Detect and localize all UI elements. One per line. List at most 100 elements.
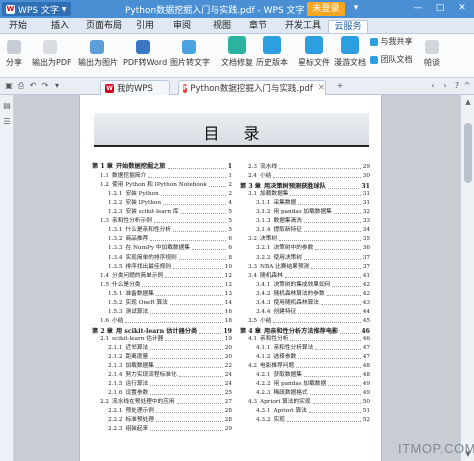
- toc-entry-row[interactable]: 4.1.1 亲和性分析算法 47: [256, 344, 370, 352]
- toc-entry-row[interactable]: 3.4.1 决策树的集成效果如何 42: [256, 281, 370, 289]
- toc-entry-row[interactable]: 1.6 小结 18: [100, 317, 232, 325]
- toc-entry-row[interactable]: 4.1 亲和性分析 46: [248, 335, 370, 343]
- shared-with-me-button[interactable]: 与我共享: [370, 36, 416, 47]
- toc-entry-row[interactable]: 3.1.1 采集数据 31: [256, 199, 370, 207]
- toc-entry-row[interactable]: 4.2.2 用 pandas 加载数据 49: [256, 380, 370, 388]
- nav-back-icon[interactable]: ‹: [428, 81, 438, 91]
- toc-entry-row[interactable]: 4.2.1 获取数据集 48: [256, 371, 370, 379]
- save-icon[interactable]: ▣: [4, 81, 14, 91]
- menu-item-chapter[interactable]: 章节: [246, 20, 270, 33]
- toc-entry-row[interactable]: 3.2.1 决策树中的参数 36: [256, 244, 370, 252]
- menu-item-developer[interactable]: 开发工具: [283, 20, 323, 33]
- minimize-button[interactable]: —: [412, 2, 424, 15]
- toc-entry-row[interactable]: 1.2.1 安装 Python 2: [108, 190, 232, 198]
- toc-entry-row[interactable]: 2.2.1 预处理示例 28: [108, 407, 232, 415]
- team-doc-button[interactable]: 团队文档: [370, 54, 416, 65]
- toc-entry-row[interactable]: 2.1.4 努力实现流程标准化 24: [108, 371, 232, 379]
- toc-entry-row[interactable]: 1.3.4 实现简单的排序规则 8: [108, 254, 232, 262]
- undo-icon[interactable]: ↶: [28, 81, 38, 91]
- toc-entry-row[interactable]: 1.3.2 商品推荐 6: [108, 235, 232, 243]
- toc-entry-row[interactable]: 1.2.2 安装 IPython 4: [108, 199, 232, 207]
- star-file-button[interactable]: 星标文件: [298, 36, 330, 68]
- toc-entry-row[interactable]: 2.1.1 近邻算法 20: [108, 344, 232, 352]
- toc-entry-row[interactable]: 1.2 使用 Python 和 IPython Notebook 2: [100, 181, 232, 189]
- login-button[interactable]: 未登录: [307, 2, 345, 16]
- toc-entry-row[interactable]: 4.2.3 稀疏数据格式 49: [256, 389, 370, 397]
- menu-item-insert[interactable]: 插入: [48, 20, 72, 33]
- toc-chapter-row[interactable]: 第 1 章开始数据挖掘之旅 1: [92, 163, 232, 171]
- toc-entry-row[interactable]: 1.5.2 实现 OneR 算法 14: [108, 299, 232, 307]
- bookmark-icon[interactable]: ☰: [2, 117, 12, 127]
- toc-entry-row[interactable]: 4.3 Apriori 算法的实现 50: [248, 398, 370, 406]
- export-image-button[interactable]: 输出为图片: [78, 36, 118, 68]
- toc-entry-row[interactable]: 1.3 亲和性分析示例 5: [100, 217, 232, 225]
- toc-entry-row[interactable]: 1.1 数据挖掘简介 1: [100, 172, 232, 180]
- doc-repair-button[interactable]: 文档修复: [221, 36, 253, 68]
- expand-icon[interactable]: ^: [462, 81, 472, 91]
- toc-entry-row[interactable]: 3.1.3 数据集清洗 33: [256, 217, 370, 225]
- new-tab-icon[interactable]: +: [335, 81, 345, 91]
- toc-entry-row[interactable]: 3.5 小结 45: [248, 317, 370, 325]
- toc-entry-row[interactable]: 1.5.1 准备数据集 13: [108, 290, 232, 298]
- history-version-button[interactable]: 历史版本: [256, 36, 288, 68]
- toc-entry-row[interactable]: 2.3 流水线 29: [248, 163, 370, 171]
- close-tab-icon[interactable]: ✕: [318, 83, 325, 93]
- menu-item-layout[interactable]: 页面布局: [84, 20, 124, 33]
- toc-entry-row[interactable]: 4.3.2 实现 52: [256, 416, 370, 424]
- toc-entry-row[interactable]: 4.3.1 Apriori 算法 51: [256, 407, 370, 415]
- toc-entry-row[interactable]: 3.1 加载数据集 31: [248, 190, 370, 198]
- skin-icon[interactable]: ▾: [350, 2, 362, 15]
- toc-entry-row[interactable]: 3.4.3 使用随机森林算法 43: [256, 299, 370, 307]
- toc-entry-row[interactable]: 3.1.2 用 pandas 加载数据集 32: [256, 208, 370, 216]
- toc-entry-row[interactable]: 3.2.2 使用决策树 37: [256, 254, 370, 262]
- toc-entry-row[interactable]: 3.4.4 创建特征 44: [256, 308, 370, 316]
- toc-entry-row[interactable]: 3.1.4 提取新特征 34: [256, 226, 370, 234]
- toc-entry-row[interactable]: 2.2 流水线在预处理中的应用 27: [100, 398, 232, 406]
- toc-entry-row[interactable]: 1.5.3 测试算法 16: [108, 308, 232, 316]
- toc-entry-row[interactable]: 1.4 分类问题的简单示例 12: [100, 272, 232, 280]
- menu-item-review[interactable]: 审阅: [170, 20, 194, 33]
- pdf-to-word-button[interactable]: PDF转Word: [123, 36, 167, 68]
- toc-entry-row[interactable]: 2.1.3 加载数据集 22: [108, 362, 232, 370]
- close-button[interactable]: ✕: [456, 2, 468, 15]
- maximize-button[interactable]: □: [434, 2, 446, 15]
- scroll-up-icon[interactable]: ▲: [463, 97, 473, 107]
- toc-entry-row[interactable]: 2.2.2 标准预处理 28: [108, 416, 232, 424]
- print-icon[interactable]: ⎙: [16, 81, 26, 91]
- menu-item-start[interactable]: 开始: [6, 20, 30, 33]
- scrollbar-thumb[interactable]: [464, 123, 472, 183]
- toc-entry-row[interactable]: 3.4 随机森林 41: [248, 272, 370, 280]
- toc-entry-row[interactable]: 3.3 NBA 比赛结果预测 37: [248, 263, 370, 271]
- menu-item-reference[interactable]: 引用: [133, 20, 157, 33]
- toc-entry-row[interactable]: 2.1.2 距离度量 20: [108, 353, 232, 361]
- roam-doc-button[interactable]: 漫游文档: [334, 36, 366, 68]
- toc-entry-row[interactable]: 1.2.3 安装 scikit-learn 库 5: [108, 208, 232, 216]
- redo-icon[interactable]: ↷: [40, 81, 50, 91]
- vertical-scrollbar[interactable]: ▲ ▼: [460, 95, 474, 461]
- thumbnail-icon[interactable]: ▤: [2, 101, 12, 111]
- export-pdf-button[interactable]: 输出为PDF: [32, 36, 72, 68]
- toc-entry-row[interactable]: 1.3.3 在 NumPy 中加载数据集 6: [108, 244, 232, 252]
- menu-item-cloud[interactable]: 云服务: [328, 20, 368, 33]
- toc-entry-row[interactable]: 2.1 scikit-learn 估计器 19: [100, 335, 232, 343]
- toc-entry-row[interactable]: 2.2.3 组装起来 29: [108, 425, 232, 433]
- toc-entry-row[interactable]: 2.1.5 运行算法 24: [108, 380, 232, 388]
- toc-entry-row[interactable]: 1.3.1 什么是亲和性分析 5: [108, 226, 232, 234]
- chat-button[interactable]: 帕谈: [420, 36, 444, 68]
- toc-entry-row[interactable]: 2.4 小结 30: [248, 172, 370, 180]
- help-icon[interactable]: ?: [452, 81, 462, 91]
- ocr-button[interactable]: 图片转文字: [170, 36, 210, 68]
- toc-entry-row[interactable]: 2.1.6 设置参数 25: [108, 389, 232, 397]
- customize-icon[interactable]: ▾: [52, 81, 62, 91]
- toc-entry-row[interactable]: 1.5 什么是分类 12: [100, 281, 232, 289]
- toc-entry-row[interactable]: 3.4.2 随机森林算法的参数 42: [256, 290, 370, 298]
- tab-my-wps[interactable]: W 我的WPS: [100, 80, 170, 95]
- toc-entry-row[interactable]: 1.3.5 排序找出最佳规则 10: [108, 263, 232, 271]
- app-menu-button[interactable]: W WPS 文字 ▼: [2, 2, 71, 16]
- menu-item-view[interactable]: 视图: [210, 20, 234, 33]
- tab-python-pdf[interactable]: P Python数据挖掘入门与实践.pdf ✕: [178, 80, 326, 95]
- share-button[interactable]: 分享: [4, 36, 24, 68]
- toc-entry-row[interactable]: 4.1.2 选择参数 47: [256, 353, 370, 361]
- toc-entry-row[interactable]: 3.2 决策树 35: [248, 235, 370, 243]
- nav-forward-icon[interactable]: ›: [440, 81, 450, 91]
